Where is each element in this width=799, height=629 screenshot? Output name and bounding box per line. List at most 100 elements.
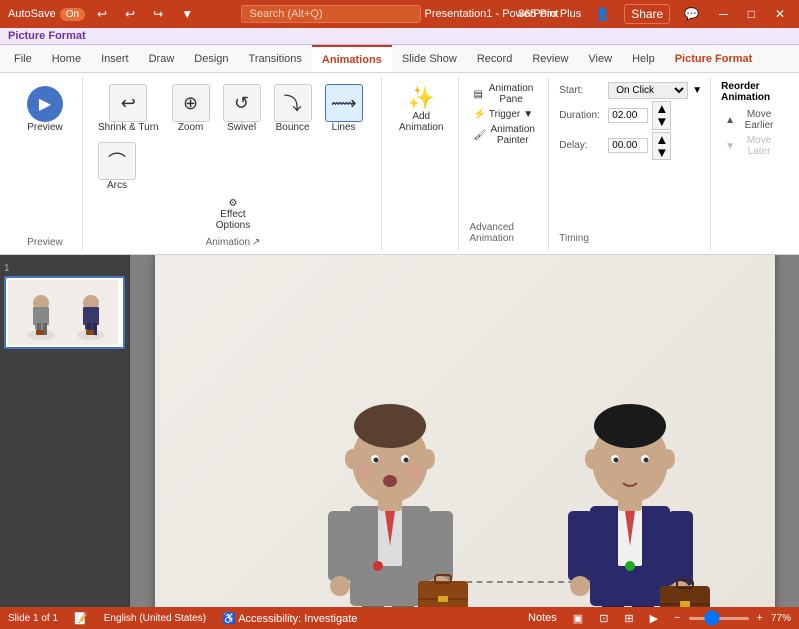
tab-picture-format[interactable]: Picture Format — [665, 45, 763, 72]
tab-view[interactable]: View — [578, 45, 622, 72]
view-reading-button[interactable]: ⊞ — [620, 611, 637, 626]
zoom-out-button[interactable]: − — [670, 611, 684, 625]
tab-review[interactable]: Review — [522, 45, 578, 72]
add-animation-items: ✨ Add Animation — [392, 77, 450, 250]
accessibility-button[interactable]: ♿ Accessibility: Investigate — [218, 611, 361, 626]
autosave-label: AutoSave — [8, 8, 56, 20]
redo-button[interactable]: ↪ — [147, 5, 169, 23]
effect-options-button[interactable]: ⚙ Effect Options — [208, 194, 258, 235]
view-slideshow-button[interactable]: ▶ — [646, 611, 662, 626]
duration-down[interactable]: ▼ — [655, 115, 668, 128]
duration-up[interactable]: ▲ — [655, 102, 668, 115]
tab-record[interactable]: Record — [467, 45, 522, 72]
add-animation-icon: ✨ — [408, 85, 435, 111]
delay-row: Delay: ▲ ▼ — [559, 132, 702, 161]
animation-expand-icon[interactable]: ↗ — [252, 237, 260, 248]
title-bar-left: AutoSave On ↩ ↩ ↪ ▼ — [8, 5, 199, 23]
title-bar-right: 365 Pro Plus 👤 Share 💬 ─ □ ✕ — [518, 4, 791, 24]
ribbon-group-reorder: Reorder Animation ▲ Move Earlier ▼ Move … — [713, 77, 791, 250]
bounce-icon: ⤵ — [274, 84, 312, 122]
maximize-button[interactable]: □ — [742, 5, 761, 23]
reorder-title: Reorder Animation — [721, 81, 783, 103]
share-button[interactable]: Share — [624, 4, 670, 24]
language-indicator: English (United States) — [104, 613, 206, 624]
customize-button[interactable]: ▼ — [175, 5, 199, 23]
timing-label: Timing — [559, 231, 702, 246]
tab-home[interactable]: Home — [42, 45, 91, 72]
comment-button[interactable]: 💬 — [678, 5, 705, 23]
character-left[interactable] — [310, 381, 470, 607]
undo-button[interactable]: ↩ — [91, 5, 113, 23]
tab-slideshow[interactable]: Slide Show — [392, 45, 467, 72]
shrink-turn-icon: ↩ — [109, 84, 147, 122]
view-slide-button[interactable]: ⊡ — [595, 611, 612, 626]
preview-label: Preview — [27, 235, 63, 250]
tab-help[interactable]: Help — [622, 45, 665, 72]
animation-pane-button[interactable]: ▤ Animation Pane — [469, 81, 540, 107]
zoom-slider[interactable] — [689, 617, 749, 620]
move-later-button[interactable]: ▼ Move Later — [721, 133, 783, 159]
account-button[interactable]: 👤 — [589, 5, 616, 23]
start-select[interactable]: On Click — [608, 82, 688, 99]
adv-animation-label: Advanced Animation — [469, 220, 540, 246]
autosave-area: AutoSave On — [8, 8, 85, 21]
tab-draw[interactable]: Draw — [139, 45, 185, 72]
anim-arcs[interactable]: ⌒ Arcs — [93, 139, 141, 194]
anim-lines[interactable]: ⟿ Lines — [320, 81, 368, 136]
slide-preview-1 — [8, 280, 118, 345]
picture-format-bar: Picture Format — [0, 28, 799, 45]
animation-painter-button[interactable]: 🖌 Animation Painter — [469, 122, 540, 148]
minimize-button[interactable]: ─ — [713, 5, 734, 23]
anim-bounce[interactable]: ⤵ Bounce — [269, 81, 317, 136]
duration-spinner[interactable]: ▲ ▼ — [652, 101, 671, 130]
move-earlier-button[interactable]: ▲ Move Earlier — [721, 107, 783, 133]
anim-zoom[interactable]: ⊕ Zoom — [167, 81, 215, 136]
notes-button[interactable]: Notes — [524, 611, 561, 625]
effect-options-icon: ⚙ — [229, 198, 238, 209]
view-normal-button[interactable]: ▣ — [569, 611, 587, 626]
animation-pane-icon: ▤ — [473, 89, 482, 100]
add-animation-button[interactable]: ✨ Add Animation — [392, 81, 450, 137]
title-text: Presentation1 - PowerPoint — [425, 8, 559, 20]
close-button[interactable]: ✕ — [769, 5, 791, 23]
delay-spinner[interactable]: ▲ ▼ — [652, 132, 671, 161]
status-bar: Slide 1 of 1 📝 English (United States) ♿… — [0, 607, 799, 629]
trigger-button[interactable]: ⚡ Trigger ▼ — [469, 107, 537, 122]
animation-items: ↩ Shrink & Turn ⊕ Zoom ↺ Swivel ⤵ Bounce… — [93, 77, 373, 194]
tab-animations[interactable]: Animations — [312, 45, 392, 72]
notes-panel-button[interactable]: 📝 — [70, 611, 92, 626]
ribbon-group-preview: ▶ Preview Preview — [8, 77, 83, 250]
delay-input[interactable] — [608, 138, 648, 153]
arcs-icon: ⌒ — [98, 142, 136, 180]
duration-input[interactable] — [608, 108, 648, 123]
delay-up[interactable]: ▲ — [655, 133, 668, 146]
tab-insert[interactable]: Insert — [91, 45, 139, 72]
tab-transitions[interactable]: Transitions — [239, 45, 312, 72]
adv-animation-buttons: ▤ Animation Pane ⚡ Trigger ▼ 🖌 Animation… — [469, 81, 540, 148]
status-right: Notes ▣ ⊡ ⊞ ▶ − + 77% — [524, 611, 791, 626]
tab-file[interactable]: File — [4, 45, 42, 72]
slide-thumbnail-svg — [8, 280, 118, 345]
slide-info: Slide 1 of 1 — [8, 613, 58, 624]
start-row: Start: On Click ▼ — [559, 82, 702, 99]
zoom-icon: ⊕ — [172, 84, 210, 122]
start-dropdown-btn[interactable]: ▼ — [692, 85, 702, 96]
anim-shrink-turn[interactable]: ↩ Shrink & Turn — [93, 81, 164, 136]
trigger-icon: ⚡ — [473, 109, 485, 120]
animation-extra-buttons: ⚙ Effect Options — [208, 194, 258, 235]
autosave-toggle[interactable]: On — [60, 8, 85, 21]
swivel-icon: ↺ — [223, 84, 261, 122]
slide-thumb-1[interactable] — [4, 276, 125, 349]
slide-canvas[interactable]: 1 2 3 — [155, 255, 775, 607]
painter-icon: 🖌 — [473, 130, 486, 141]
search-input[interactable] — [241, 5, 421, 23]
preview-button[interactable]: ▶ Preview — [16, 81, 74, 138]
delay-down[interactable]: ▼ — [655, 146, 668, 159]
zoom-level: 77% — [771, 613, 791, 624]
anim-swivel[interactable]: ↺ Swivel — [218, 81, 266, 136]
character-right[interactable] — [550, 381, 710, 607]
tab-design[interactable]: Design — [184, 45, 238, 72]
tabs-row: File Home Insert Draw Design Transitions… — [0, 45, 799, 73]
zoom-in-button[interactable]: + — [753, 611, 767, 625]
undo2-button[interactable]: ↩ — [119, 5, 141, 23]
